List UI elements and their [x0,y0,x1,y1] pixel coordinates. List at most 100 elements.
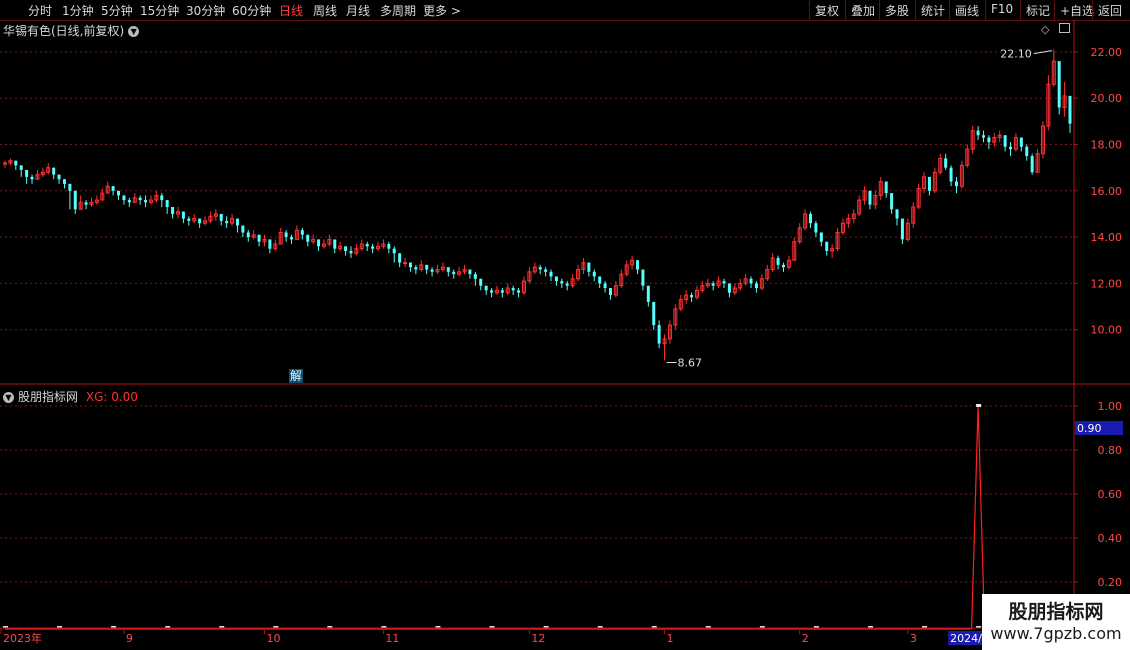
toolbar-button[interactable]: 画线 [949,0,985,20]
candle-body [425,264,429,270]
chevron-down-icon[interactable]: ▼ [128,26,140,37]
candle-body [662,338,667,345]
signal-marker [976,404,982,407]
candle-body [284,232,288,238]
indicator-title-bar[interactable]: ▼ 股朋指标网 XG: 0.00 [3,388,138,405]
candle-body [230,218,235,224]
candle-body [1013,137,1018,150]
candle-body [333,239,337,249]
candle-body [73,190,77,210]
candle-body [1035,153,1040,173]
period-tab[interactable]: 月线 [346,2,370,19]
candle-body [462,269,467,273]
toolbar-button[interactable]: 返回 [1092,0,1130,20]
high-arrow [1033,50,1052,55]
candle-body [932,171,937,192]
period-tab[interactable]: 1分钟 [62,2,94,19]
candle-body [392,248,396,254]
chevron-down-icon[interactable]: ▼ [3,392,14,403]
candle-body [192,218,197,222]
candle-body [646,285,650,302]
baseline-marker [381,626,387,628]
watermark-url: www.7gpzb.com [990,624,1122,643]
candle-body [311,238,316,243]
x-tick-label: 12 [531,632,545,645]
period-tab[interactable]: 15分钟 [140,2,179,19]
candle-body [554,276,558,282]
candle-body [14,160,18,166]
candle-body [517,290,521,293]
x-tick-label: 1 [667,632,674,645]
period-tab[interactable]: 60分钟 [232,2,271,19]
period-tab[interactable]: 分时 [28,2,52,19]
candle-body [278,231,283,245]
candle-body [657,325,661,344]
unlock-marker[interactable]: 解 [289,369,303,383]
xg-indicator-line [5,405,1070,630]
x-tick-label: 11 [385,632,399,645]
toolbar-button[interactable]: 标记 [1020,0,1054,20]
indicator-title: 股朋指标网 [18,390,79,404]
y-tick-label: 10.00 [1091,324,1123,337]
candle-body [538,267,542,270]
candle-body [851,213,856,220]
period-tab[interactable]: 5分钟 [101,2,133,19]
candle-body [40,171,45,176]
period-tab[interactable]: 多周期 [380,2,416,19]
candle-body [154,194,159,201]
toolbar-button[interactable]: 统计 [915,0,949,20]
candle-body [840,222,845,233]
toolbar-button[interactable]: 叠加 [845,0,879,20]
candle-body [84,202,88,205]
period-tab[interactable]: 30分钟 [186,2,225,19]
period-tab[interactable]: 日线 [279,2,303,19]
candle-body [711,283,715,286]
candle-body [490,290,494,293]
baseline-marker [705,626,711,628]
main-chart-title[interactable]: 华锡有色(日线,前复权) ▼ [3,22,140,39]
candle-body [111,186,115,191]
toolbar-button[interactable]: F10 [985,0,1020,20]
candle-body [944,158,948,168]
candle-body [171,207,175,214]
window-toggle-icon[interactable] [1059,23,1070,33]
x-tick-label: 9 [126,632,133,645]
candle-body [1025,146,1029,157]
candle-body [565,283,569,286]
candle-body [479,278,483,286]
period-tab[interactable]: 更多 > [423,2,461,19]
candle-body [208,215,213,222]
toolbar-button[interactable]: +自选 [1054,0,1094,20]
candle-body [527,271,532,282]
y-tick-label: 18.00 [1091,138,1123,151]
toolbar-button[interactable]: 多股 [879,0,915,20]
kline-chart[interactable]: 22.00 20.00 18.00 16.00 14.00 12.00 10.00 22.10… [0,0,1130,650]
period-tab[interactable]: 周线 [313,2,337,19]
candle-body [862,190,867,201]
candle-body [1057,61,1061,108]
baseline-marker [759,626,765,628]
candle-body [376,245,381,250]
candle-body [890,193,894,210]
candle-body [57,174,61,180]
candle-body [371,246,375,249]
candle-body [868,190,872,205]
candle-body [132,197,137,203]
baseline-marker [111,626,117,628]
candle-body [300,230,304,235]
candle-body [835,231,840,250]
candle-body [1068,95,1072,124]
candle-body [521,280,526,294]
diamond-icon[interactable]: ◇ [1041,23,1049,36]
candle-body [965,148,970,166]
toolbar-button[interactable]: 复权 [809,0,845,20]
baseline-marker [489,626,495,628]
candle-body [46,167,51,173]
candle-body [213,213,218,217]
candle-body [219,213,223,221]
candle-body [251,234,256,238]
baseline-marker [813,626,819,628]
candle-body [576,269,581,280]
candle-body [144,200,148,203]
y-tick-label: 16.00 [1091,185,1123,198]
